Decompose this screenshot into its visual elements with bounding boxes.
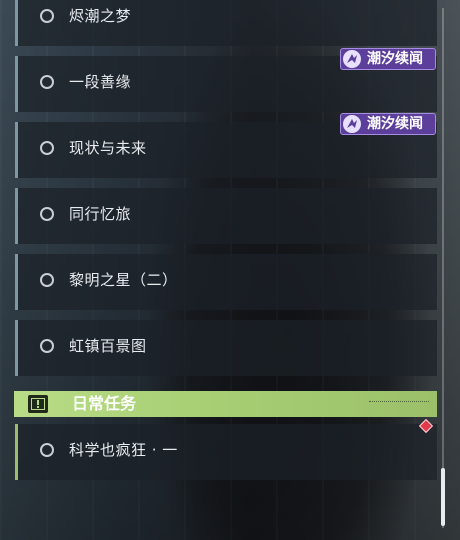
quest-accent-bar (15, 424, 18, 480)
quest-title: 一段善缘 (69, 73, 132, 91)
event-logo-icon (343, 50, 361, 68)
quest-title: 烬潮之梦 (69, 7, 132, 25)
quest-accent-bar (15, 254, 18, 310)
event-badge: 潮汐续闻 (340, 113, 436, 135)
quest-item[interactable]: 同行忆旅 (15, 188, 437, 244)
quest-accent-bar (15, 320, 18, 376)
quest-title: 虹镇百景图 (69, 337, 147, 355)
quest-title: 科学也疯狂 · 一 (69, 441, 178, 459)
quest-status-circle-icon (40, 75, 54, 89)
quest-item[interactable]: 虹镇百景图 (15, 320, 437, 376)
daily-quest-item[interactable]: 科学也疯狂 · 一 (15, 424, 437, 480)
event-badge-label: 潮汐续闻 (367, 116, 423, 132)
alert-icon (28, 395, 48, 413)
quest-title: 黎明之星（二） (69, 271, 178, 289)
quest-accent-bar (15, 188, 18, 244)
section-title: 日常任务 (72, 394, 137, 413)
quest-item[interactable]: 黎明之星（二） (15, 254, 437, 310)
header-decoration (369, 401, 429, 405)
quest-status-circle-icon (40, 443, 54, 457)
daily-quests-header[interactable]: 日常任务 (14, 391, 437, 417)
quest-accent-bar (15, 0, 18, 46)
quest-status-circle-icon (40, 207, 54, 221)
event-badge-label: 潮汐续闻 (367, 51, 423, 67)
scrollbar-track[interactable] (442, 8, 444, 528)
tracked-diamond-icon (418, 418, 434, 434)
event-logo-icon (343, 115, 361, 133)
quest-status-circle-icon (40, 339, 54, 353)
quest-status-circle-icon (40, 141, 54, 155)
event-badge: 潮汐续闻 (340, 48, 436, 70)
quest-status-circle-icon (40, 273, 54, 287)
quest-item[interactable]: 烬潮之梦 (15, 0, 437, 46)
quest-status-circle-icon (40, 9, 54, 23)
quest-title: 现状与未来 (69, 139, 147, 157)
quest-title: 同行忆旅 (69, 205, 132, 223)
quest-accent-bar (15, 122, 18, 178)
quest-accent-bar (15, 56, 18, 112)
quest-list: 烬潮之梦 一段善缘 现状与未来 同行忆旅 黎明之星（二） 虹镇百景图 潮汐续闻 (0, 0, 460, 540)
scrollbar-thumb[interactable] (441, 468, 445, 526)
